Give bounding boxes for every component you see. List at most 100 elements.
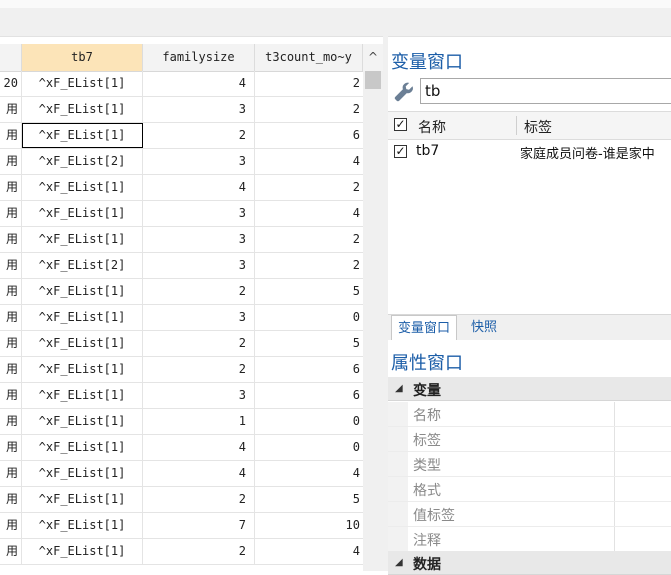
familysize-cell[interactable]: 2 bbox=[143, 279, 255, 304]
t3count-cell[interactable]: 4 bbox=[255, 539, 363, 564]
property-row[interactable]: 类型 bbox=[388, 452, 671, 477]
wrench-icon[interactable] bbox=[392, 80, 416, 104]
familysize-cell[interactable]: 3 bbox=[143, 305, 255, 330]
t3count-cell[interactable]: 0 bbox=[255, 409, 363, 434]
familysize-cell[interactable]: 4 bbox=[143, 71, 255, 96]
row-header-cell[interactable]: 用 bbox=[0, 97, 22, 122]
tb7-cell[interactable]: ^xF_EList[1] bbox=[22, 331, 143, 356]
t3count-cell[interactable]: 5 bbox=[255, 487, 363, 512]
t3count-cell[interactable]: 6 bbox=[255, 357, 363, 382]
row-header-cell[interactable]: 用 bbox=[0, 279, 22, 304]
tb7-cell[interactable]: ^xF_EList[2] bbox=[22, 253, 143, 278]
table-row[interactable]: 用 ^xF_EList[1] 3 2 bbox=[0, 227, 363, 253]
tb7-cell[interactable]: ^xF_EList[1] bbox=[22, 175, 143, 200]
property-row[interactable]: 格式 bbox=[388, 477, 671, 502]
tb7-cell[interactable]: ^xF_EList[1] bbox=[22, 435, 143, 460]
tb7-cell[interactable]: ^xF_EList[1] bbox=[22, 97, 143, 122]
t3count-cell[interactable]: 0 bbox=[255, 435, 363, 460]
row-header-cell[interactable]: 用 bbox=[0, 357, 22, 382]
collapse-icon[interactable]: ◢ bbox=[395, 383, 403, 394]
t3count-cell[interactable]: 0 bbox=[255, 305, 363, 330]
scrollbar-thumb[interactable] bbox=[365, 71, 381, 89]
table-row[interactable]: 用 ^xF_EList[1] 3 6 bbox=[0, 383, 363, 409]
tb7-cell[interactable]: ^xF_EList[1] bbox=[22, 461, 143, 486]
row-header-cell[interactable]: 用 bbox=[0, 227, 22, 252]
tb7-cell[interactable]: ^xF_EList[1] bbox=[22, 227, 143, 252]
property-row[interactable]: 值标签 bbox=[388, 502, 671, 527]
row-header-cell[interactable]: 20 bbox=[0, 71, 22, 96]
row-header-cell[interactable]: 用 bbox=[0, 487, 22, 512]
table-row[interactable]: 用 ^xF_EList[1] 2 5 bbox=[0, 279, 363, 305]
t3count-cell[interactable]: 2 bbox=[255, 253, 363, 278]
select-all-checkbox[interactable]: ✓ bbox=[394, 118, 407, 131]
tb7-cell[interactable]: ^xF_EList[1] bbox=[22, 383, 143, 408]
familysize-cell[interactable]: 4 bbox=[143, 175, 255, 200]
familysize-cell[interactable]: 2 bbox=[143, 123, 255, 148]
row-header-cell[interactable]: 用 bbox=[0, 201, 22, 226]
tb7-cell[interactable]: ^xF_EList[1] bbox=[22, 279, 143, 304]
t3count-cell[interactable]: 6 bbox=[255, 383, 363, 408]
row-header-cell[interactable]: 用 bbox=[0, 331, 22, 356]
tb7-cell[interactable]: ^xF_EList[1] bbox=[22, 357, 143, 382]
table-row[interactable]: 用 ^xF_EList[1] 3 0 bbox=[0, 305, 363, 331]
vertical-scrollbar[interactable] bbox=[363, 71, 383, 571]
familysize-cell[interactable]: 2 bbox=[143, 331, 255, 356]
data-grid[interactable]: tb7 familysize t3count_mo~y ^ 20 ^xF_ELis… bbox=[0, 44, 383, 571]
scroll-up-icon[interactable]: ^ bbox=[363, 44, 383, 71]
table-row[interactable]: 用 ^xF_EList[1] 4 4 bbox=[0, 461, 363, 487]
t3count-cell[interactable]: 4 bbox=[255, 461, 363, 486]
header-name[interactable]: 名称 bbox=[418, 117, 446, 137]
row-header-cell[interactable]: 用 bbox=[0, 175, 22, 200]
tb7-cell[interactable]: ^xF_EList[1] bbox=[22, 487, 143, 512]
familysize-cell[interactable]: 2 bbox=[143, 539, 255, 564]
row-header-cell[interactable]: 用 bbox=[0, 149, 22, 174]
familysize-cell[interactable]: 7 bbox=[143, 513, 255, 538]
row-header-cell[interactable]: 用 bbox=[0, 409, 22, 434]
column-header-tb7[interactable]: tb7 bbox=[22, 44, 143, 71]
tb7-cell[interactable]: ^xF_EList[1] bbox=[22, 71, 143, 96]
property-row[interactable]: 名称 bbox=[388, 402, 671, 427]
t3count-cell[interactable]: 4 bbox=[255, 149, 363, 174]
tab-variable-window[interactable]: 变量窗口 bbox=[391, 315, 458, 340]
familysize-cell[interactable]: 3 bbox=[143, 383, 255, 408]
familysize-cell[interactable]: 2 bbox=[143, 357, 255, 382]
column-header-familysize[interactable]: familysize bbox=[143, 44, 255, 71]
table-row[interactable]: 用 ^xF_EList[1] 4 0 bbox=[0, 435, 363, 461]
table-row[interactable]: 用 ^xF_EList[1] 2 5 bbox=[0, 331, 363, 357]
variable-search-input[interactable] bbox=[420, 78, 671, 104]
familysize-cell[interactable]: 3 bbox=[143, 149, 255, 174]
tb7-cell[interactable]: ^xF_EList[1] bbox=[22, 201, 143, 226]
row-header-cell[interactable]: 用 bbox=[0, 461, 22, 486]
table-row[interactable]: 用 ^xF_EList[2] 3 2 bbox=[0, 253, 363, 279]
property-row[interactable]: 注释 bbox=[388, 527, 671, 552]
tb7-cell[interactable]: ^xF_EList[1] bbox=[22, 513, 143, 538]
t3count-cell[interactable]: 2 bbox=[255, 227, 363, 252]
t3count-cell[interactable]: 2 bbox=[255, 97, 363, 122]
familysize-cell[interactable]: 2 bbox=[143, 487, 255, 512]
familysize-cell[interactable]: 3 bbox=[143, 253, 255, 278]
familysize-cell[interactable]: 3 bbox=[143, 97, 255, 122]
familysize-cell[interactable]: 3 bbox=[143, 201, 255, 226]
row-header-cell[interactable]: 用 bbox=[0, 513, 22, 538]
tb7-cell[interactable]: ^xF_EList[1] bbox=[22, 409, 143, 434]
variable-checkbox[interactable]: ✓ bbox=[394, 145, 407, 158]
table-row[interactable]: 用 ^xF_EList[1] 3 4 bbox=[0, 201, 363, 227]
table-row[interactable]: 用 ^xF_EList[1] 4 2 bbox=[0, 175, 363, 201]
row-header-cell[interactable]: 用 bbox=[0, 305, 22, 330]
table-row[interactable]: 用 ^xF_EList[2] 3 4 bbox=[0, 149, 363, 175]
row-header-cell[interactable]: 用 bbox=[0, 383, 22, 408]
group-variable[interactable]: ◢ 变量 bbox=[388, 377, 671, 401]
table-row[interactable]: 用 ^xF_EList[1] 3 2 bbox=[0, 97, 363, 123]
t3count-cell[interactable]: 5 bbox=[255, 279, 363, 304]
familysize-cell[interactable]: 1 bbox=[143, 409, 255, 434]
column-header-t3count[interactable]: t3count_mo~y bbox=[255, 44, 363, 71]
t3count-cell[interactable]: 2 bbox=[255, 71, 363, 96]
tab-snapshot[interactable]: 快照 bbox=[465, 315, 503, 340]
property-row[interactable]: 标签 bbox=[388, 427, 671, 452]
t3count-cell[interactable]: 10 bbox=[255, 513, 363, 538]
row-header-cell[interactable]: 用 bbox=[0, 123, 22, 148]
t3count-cell[interactable]: 6 bbox=[255, 123, 363, 148]
variable-row[interactable]: ✓ tb7 家庭成员问卷-谁是家中 bbox=[388, 140, 671, 164]
familysize-cell[interactable]: 4 bbox=[143, 435, 255, 460]
table-row[interactable]: 用 ^xF_EList[1] 1 0 bbox=[0, 409, 363, 435]
